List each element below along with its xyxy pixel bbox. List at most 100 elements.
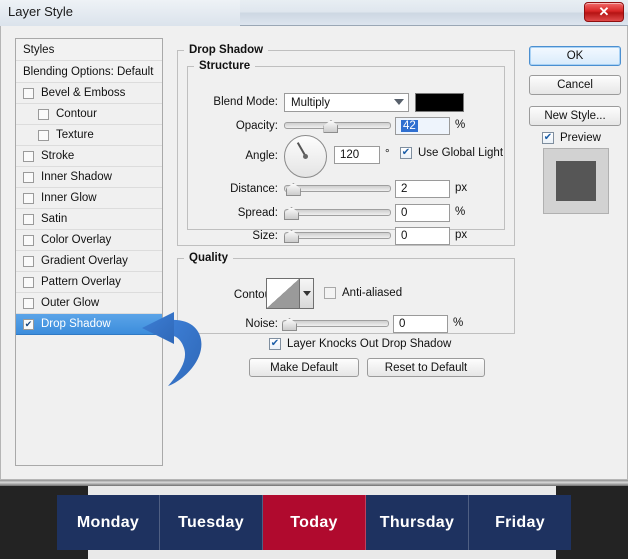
distance-slider[interactable] bbox=[284, 182, 391, 196]
ok-button[interactable]: OK bbox=[529, 46, 621, 66]
style-item-label: Color Overlay bbox=[41, 234, 112, 246]
noise-slider[interactable] bbox=[282, 317, 389, 331]
preview-label: Preview bbox=[560, 132, 601, 144]
preview-thumbnail bbox=[543, 148, 609, 214]
anti-aliased-label: Anti-aliased bbox=[342, 287, 403, 299]
style-item-inner-glow[interactable]: Inner Glow bbox=[16, 188, 162, 209]
noise-input[interactable]: 0 bbox=[393, 315, 448, 333]
angle-dial[interactable] bbox=[284, 135, 327, 178]
noise-value: 0 bbox=[399, 318, 406, 330]
preview-row[interactable]: Preview bbox=[542, 132, 601, 144]
layer-knocks-out-checkbox[interactable] bbox=[269, 338, 281, 350]
anti-aliased-row[interactable]: Anti-aliased bbox=[324, 287, 402, 299]
styles-list-panel[interactable]: Styles Blending Options: Default Bevel &… bbox=[15, 38, 163, 466]
style-item-color-overlay[interactable]: Color Overlay bbox=[16, 230, 162, 251]
use-global-light-label: Use Global Light bbox=[418, 147, 504, 159]
chevron-down-icon bbox=[394, 99, 404, 105]
dialog-action-column: OK Cancel New Style... Preview bbox=[529, 38, 621, 466]
angle-input[interactable]: 120 bbox=[334, 146, 380, 164]
day-tab-tuesday[interactable]: Tuesday bbox=[160, 495, 263, 550]
effect-settings-area: Drop Shadow Structure Blend Mode: Multip… bbox=[177, 38, 515, 466]
style-item-label: Drop Shadow bbox=[41, 318, 111, 330]
titlebar: Layer Style ✕ bbox=[0, 0, 628, 26]
contour-preset-picker[interactable] bbox=[266, 278, 314, 309]
style-item-texture[interactable]: Texture bbox=[16, 125, 162, 146]
style-item-checkbox[interactable] bbox=[23, 150, 34, 162]
spread-value: 0 bbox=[401, 207, 408, 219]
style-item-checkbox[interactable] bbox=[23, 234, 34, 246]
use-global-light-checkbox[interactable] bbox=[400, 147, 412, 159]
preview-checkbox[interactable] bbox=[542, 132, 554, 144]
use-global-light-row[interactable]: Use Global Light bbox=[400, 147, 503, 159]
opacity-label: Opacity: bbox=[235, 120, 278, 132]
cancel-button[interactable]: Cancel bbox=[529, 75, 621, 95]
reset-to-default-button[interactable]: Reset to Default bbox=[367, 358, 485, 377]
spread-slider[interactable] bbox=[284, 206, 391, 220]
style-item-checkbox[interactable] bbox=[38, 108, 49, 120]
style-item-drop-shadow[interactable]: Drop Shadow bbox=[16, 314, 162, 335]
style-item-satin[interactable]: Satin bbox=[16, 209, 162, 230]
day-tab-monday[interactable]: Monday bbox=[57, 495, 160, 550]
spread-slider-track bbox=[284, 209, 391, 216]
angle-value: 120 bbox=[340, 149, 360, 161]
spread-input[interactable]: 0 bbox=[395, 204, 450, 222]
day-tabs: Monday Tuesday Today Thursday Friday bbox=[57, 495, 571, 550]
day-tab-thursday[interactable]: Thursday bbox=[366, 495, 469, 550]
opacity-slider[interactable] bbox=[284, 119, 391, 133]
opacity-unit: % bbox=[455, 119, 466, 131]
style-item-inner-shadow[interactable]: Inner Shadow bbox=[16, 167, 162, 188]
style-item-label: Satin bbox=[41, 213, 68, 225]
style-item-checkbox[interactable] bbox=[23, 318, 34, 330]
anti-aliased-checkbox[interactable] bbox=[324, 287, 336, 299]
style-item-outer-glow[interactable]: Outer Glow bbox=[16, 293, 162, 314]
blend-mode-label: Blend Mode: bbox=[213, 96, 278, 108]
style-item-label: Stroke bbox=[41, 150, 75, 162]
styles-list-header: Styles bbox=[16, 39, 162, 61]
distance-input[interactable]: 2 bbox=[395, 180, 450, 198]
shadow-color-swatch[interactable] bbox=[415, 93, 464, 112]
chevron-down-icon bbox=[302, 291, 311, 296]
structure-group: Structure Blend Mode: Multiply Opacity: … bbox=[187, 60, 505, 245]
style-item-gradient-overlay[interactable]: Gradient Overlay bbox=[16, 251, 162, 272]
contour-label: Contour: bbox=[233, 289, 278, 301]
make-default-button[interactable]: Make Default bbox=[249, 358, 359, 377]
style-item-label: Outer Glow bbox=[41, 297, 100, 309]
style-item-checkbox[interactable] bbox=[23, 87, 34, 99]
blending-options-row[interactable]: Blending Options: Default bbox=[16, 61, 162, 83]
size-value: 0 bbox=[401, 230, 408, 242]
style-item-bevel-emboss[interactable]: Bevel & Emboss bbox=[16, 83, 162, 104]
style-item-label: Bevel & Emboss bbox=[41, 87, 126, 99]
nav-separator bbox=[0, 480, 628, 486]
style-item-stroke[interactable]: Stroke bbox=[16, 146, 162, 167]
size-input[interactable]: 0 bbox=[395, 227, 450, 245]
opacity-input[interactable]: 42 bbox=[395, 117, 450, 135]
angle-dial-hub bbox=[302, 153, 308, 159]
close-icon[interactable]: ✕ bbox=[584, 2, 624, 22]
new-style-button[interactable]: New Style... bbox=[529, 106, 621, 126]
noise-label: Noise: bbox=[245, 318, 278, 330]
styles-item-container: Bevel & Emboss Contour Texture Stroke Inner … bbox=[16, 83, 162, 335]
day-tab-friday[interactable]: Friday bbox=[469, 495, 571, 550]
distance-unit: px bbox=[455, 182, 468, 194]
preview-swatch bbox=[556, 161, 596, 201]
day-tab-today[interactable]: Today bbox=[263, 495, 366, 550]
style-item-checkbox[interactable] bbox=[38, 129, 49, 141]
style-item-checkbox[interactable] bbox=[23, 171, 34, 183]
quality-group-title: Quality bbox=[189, 252, 228, 264]
distance-label: Distance: bbox=[230, 183, 278, 195]
style-item-checkbox[interactable] bbox=[23, 213, 34, 225]
style-item-checkbox[interactable] bbox=[23, 276, 34, 288]
layer-style-dialog: Styles Blending Options: Default Bevel &… bbox=[0, 26, 628, 480]
style-item-pattern-overlay[interactable]: Pattern Overlay bbox=[16, 272, 162, 293]
style-item-contour[interactable]: Contour bbox=[16, 104, 162, 125]
layer-knocks-out-row[interactable]: Layer Knocks Out Drop Shadow bbox=[269, 338, 451, 350]
spread-label: Spread: bbox=[237, 207, 278, 219]
contour-dropdown-button[interactable] bbox=[299, 279, 313, 308]
quality-group: Quality Contour: Anti-aliased Noise: 0 % bbox=[177, 252, 515, 334]
angle-unit: ° bbox=[385, 148, 390, 160]
style-item-checkbox[interactable] bbox=[23, 192, 34, 204]
style-item-checkbox[interactable] bbox=[23, 255, 34, 267]
size-slider[interactable] bbox=[284, 229, 391, 243]
blend-mode-select[interactable]: Multiply bbox=[284, 93, 409, 112]
style-item-checkbox[interactable] bbox=[23, 297, 34, 309]
